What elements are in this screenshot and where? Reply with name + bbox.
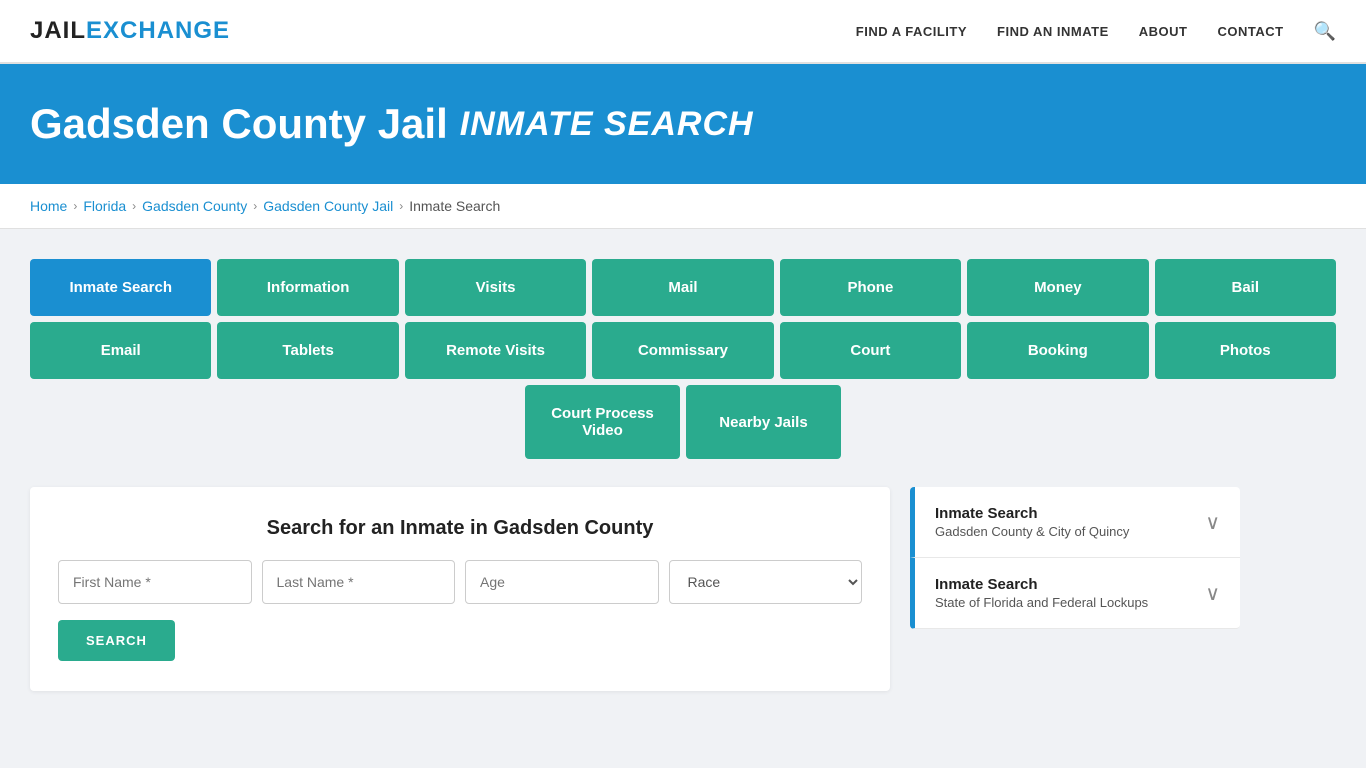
last-name-input[interactable] [262, 560, 456, 604]
btn-inmate-search[interactable]: Inmate Search [30, 259, 211, 316]
breadcrumb-gadsden-county[interactable]: Gadsden County [142, 198, 247, 214]
btn-money[interactable]: Money [967, 259, 1148, 316]
breadcrumb-sep-1: › [73, 199, 77, 213]
logo-jail-text: JAIL [30, 17, 86, 44]
age-input[interactable] [465, 560, 659, 604]
btn-commissary[interactable]: Commissary [592, 322, 773, 379]
hero-title: Gadsden County Jail INMATE SEARCH [30, 100, 1336, 148]
nav-button-row-3: Court Process Video Nearby Jails [30, 385, 1336, 459]
nav-button-grid: Inmate Search Information Visits Mail Ph… [30, 259, 1336, 459]
breadcrumb-sep-3: › [253, 199, 257, 213]
first-name-input[interactable] [58, 560, 252, 604]
btn-visits[interactable]: Visits [405, 259, 586, 316]
nav-about[interactable]: ABOUT [1139, 24, 1188, 39]
breadcrumb-home[interactable]: Home [30, 198, 67, 214]
btn-bail[interactable]: Bail [1155, 259, 1336, 316]
breadcrumb-florida[interactable]: Florida [83, 198, 126, 214]
site-logo[interactable]: JAILEXCHANGE [30, 17, 230, 45]
btn-tablets[interactable]: Tablets [217, 322, 398, 379]
sidebar: Inmate Search Gadsden County & City of Q… [910, 487, 1240, 629]
search-fields: Race White Black Hispanic Asian Other [58, 560, 862, 604]
sidebar-item-florida-subtitle: State of Florida and Federal Lockups [935, 595, 1148, 610]
chevron-down-icon: ∨ [1205, 510, 1220, 535]
btn-court[interactable]: Court [780, 322, 961, 379]
btn-photos[interactable]: Photos [1155, 322, 1336, 379]
breadcrumb-current: Inmate Search [409, 198, 500, 214]
btn-remote-visits[interactable]: Remote Visits [405, 322, 586, 379]
race-select[interactable]: Race White Black Hispanic Asian Other [669, 560, 863, 604]
header-search-button[interactable]: 🔍 [1314, 21, 1336, 42]
btn-mail[interactable]: Mail [592, 259, 773, 316]
content-row: Search for an Inmate in Gadsden County R… [30, 487, 1336, 691]
search-submit-button[interactable]: SEARCH [58, 620, 175, 661]
sidebar-item-florida-text: Inmate Search State of Florida and Feder… [935, 576, 1148, 610]
nav-button-row-1: Inmate Search Information Visits Mail Ph… [30, 259, 1336, 316]
btn-nearby-jails[interactable]: Nearby Jails [686, 385, 841, 459]
sidebar-item-gadsden-title: Inmate Search [935, 505, 1129, 522]
sidebar-item-gadsden-subtitle: Gadsden County & City of Quincy [935, 524, 1129, 539]
btn-information[interactable]: Information [217, 259, 398, 316]
main-content: Inmate Search Information Visits Mail Ph… [0, 229, 1366, 721]
nav-find-an-inmate[interactable]: FIND AN INMATE [997, 24, 1109, 39]
sidebar-item-florida[interactable]: Inmate Search State of Florida and Feder… [910, 558, 1240, 629]
logo-exchange-text: EXCHANGE [86, 17, 230, 44]
breadcrumb-sep-2: › [132, 199, 136, 213]
btn-court-process-video[interactable]: Court Process Video [525, 385, 680, 459]
search-panel-title: Search for an Inmate in Gadsden County [58, 517, 862, 540]
breadcrumb-sep-4: › [399, 199, 403, 213]
hero-title-main: Gadsden County Jail [30, 100, 448, 148]
sidebar-item-gadsden[interactable]: Inmate Search Gadsden County & City of Q… [910, 487, 1240, 558]
sidebar-item-gadsden-text: Inmate Search Gadsden County & City of Q… [935, 505, 1129, 539]
hero-banner: Gadsden County Jail INMATE SEARCH [0, 64, 1366, 184]
btn-phone[interactable]: Phone [780, 259, 961, 316]
chevron-down-icon-2: ∨ [1205, 581, 1220, 606]
btn-booking[interactable]: Booking [967, 322, 1148, 379]
main-nav: FIND A FACILITY FIND AN INMATE ABOUT CON… [856, 21, 1336, 42]
nav-find-a-facility[interactable]: FIND A FACILITY [856, 24, 967, 39]
breadcrumb-gadsden-jail[interactable]: Gadsden County Jail [263, 198, 393, 214]
btn-email[interactable]: Email [30, 322, 211, 379]
sidebar-item-florida-title: Inmate Search [935, 576, 1148, 593]
nav-button-row-2: Email Tablets Remote Visits Commissary C… [30, 322, 1336, 379]
site-header: JAILEXCHANGE FIND A FACILITY FIND AN INM… [0, 0, 1366, 64]
search-panel: Search for an Inmate in Gadsden County R… [30, 487, 890, 691]
hero-title-italic: INMATE SEARCH [460, 105, 754, 144]
breadcrumb: Home › Florida › Gadsden County › Gadsde… [0, 184, 1366, 229]
nav-contact[interactable]: CONTACT [1217, 24, 1283, 39]
